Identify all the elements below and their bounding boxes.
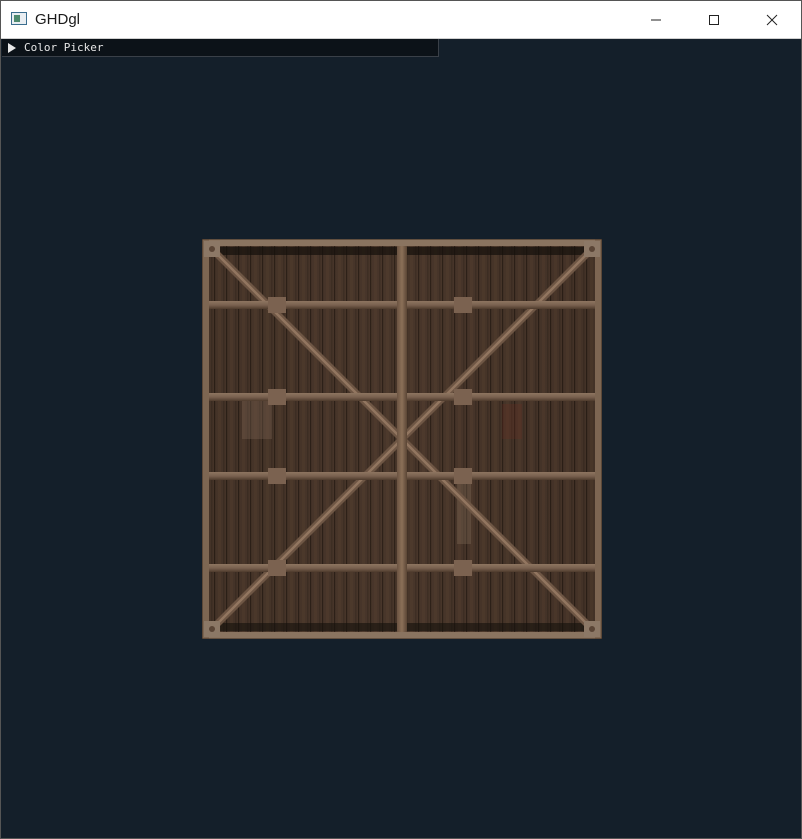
color-picker-label: Color Picker <box>24 41 104 54</box>
maximize-button[interactable] <box>685 1 743 38</box>
app-icon <box>11 12 27 25</box>
minimize-button[interactable] <box>627 1 685 38</box>
triangle-right-icon <box>8 43 16 53</box>
wooden-crate <box>202 239 602 639</box>
close-icon <box>766 14 778 25</box>
window-title: GHDgl <box>35 11 81 28</box>
close-button[interactable] <box>743 1 801 38</box>
maximize-icon <box>709 14 719 25</box>
color-picker-header[interactable]: Color Picker <box>2 39 439 57</box>
title-bar[interactable]: GHDgl <box>1 1 801 39</box>
minimize-icon <box>651 19 661 20</box>
app-window: GHDgl Color Picker <box>0 0 802 839</box>
